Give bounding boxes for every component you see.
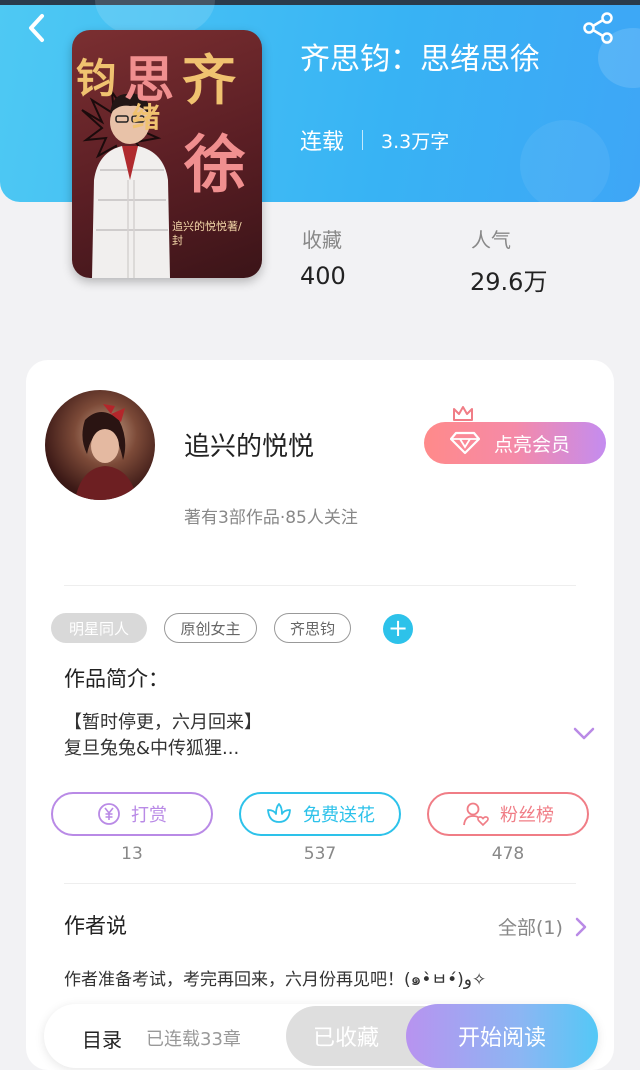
cover-title-char: 徐 xyxy=(184,128,247,201)
reward-label: 打赏 xyxy=(131,805,167,826)
cover-title-char: 钧 xyxy=(76,55,116,102)
cover-title-char: 绪 xyxy=(132,101,161,134)
book-meta: 连载 3.3万字 xyxy=(300,124,449,156)
popularity-value: 29.6万 xyxy=(470,268,548,296)
tag-chip[interactable]: 明星同人 xyxy=(51,613,147,643)
reward-button[interactable]: 打赏 xyxy=(51,792,213,836)
book-title: 齐思钧：思绪思徐 xyxy=(300,42,540,77)
divider xyxy=(64,883,576,884)
author-name[interactable]: 追兴的悦悦 xyxy=(184,426,314,463)
flower-icon xyxy=(267,803,291,823)
favorites-label: 收藏 xyxy=(302,228,342,252)
tag-chip[interactable]: 原创女主 xyxy=(164,613,257,643)
share-button[interactable] xyxy=(578,8,618,48)
yen-coin-icon xyxy=(98,803,120,825)
vip-button[interactable]: 点亮会员 xyxy=(424,422,606,464)
cover-title-char: 齐 xyxy=(182,48,236,112)
see-all-button[interactable]: 全部(1) xyxy=(498,913,591,940)
avatar-portrait xyxy=(75,404,137,500)
send-flower-label: 免费送花 xyxy=(303,805,375,826)
book-cover[interactable]: 齐 思 钧 绪 徐 追兴的悦悦著/封 xyxy=(72,30,262,278)
start-reading-label: 开始阅读 xyxy=(457,1026,546,1051)
vip-button-label: 点亮会员 xyxy=(494,433,571,456)
chapter-count: 已连载33章 xyxy=(146,1029,241,1050)
divider xyxy=(64,585,576,586)
fan-ranking-button[interactable]: 粉丝榜 xyxy=(427,792,589,836)
author-avatar[interactable] xyxy=(45,390,155,500)
flower-count: 537 xyxy=(303,844,337,864)
popularity-label: 人气 xyxy=(471,228,511,252)
crown-icon xyxy=(453,406,473,421)
tag-chip[interactable]: 齐思钧 xyxy=(274,613,351,643)
toc-button[interactable]: 目录 xyxy=(82,1024,122,1053)
back-button[interactable] xyxy=(20,10,56,46)
fan-user-icon xyxy=(463,802,489,827)
author-info: 著有3部作品·85人关注 xyxy=(184,508,358,528)
chevron-left-icon xyxy=(29,14,44,42)
chevron-right-icon xyxy=(575,917,587,936)
share-icon xyxy=(583,12,613,44)
serial-status: 连载 xyxy=(300,130,345,155)
diamond-icon xyxy=(450,431,480,455)
add-tag-button[interactable]: + xyxy=(383,614,413,644)
cover-author-text: 追兴的悦悦著/封 xyxy=(172,220,242,248)
favorites-value: 400 xyxy=(300,262,346,290)
word-count: 3.3万字 xyxy=(381,130,450,153)
fan-count: 478 xyxy=(491,844,525,864)
author-note: 作者准备考试，考完再回来，六月份再见吧！(๑•̀ㅂ•́)و✧ xyxy=(64,970,487,990)
meta-divider xyxy=(362,130,364,150)
intro-heading: 作品简介： xyxy=(64,667,169,691)
author-says-heading: 作者说 xyxy=(64,914,127,938)
intro-line: 复旦兔兔&中传狐狸... xyxy=(64,738,240,759)
fan-ranking-label: 粉丝榜 xyxy=(500,805,554,826)
decor-bubble xyxy=(520,120,610,202)
reward-count: 13 xyxy=(121,844,143,864)
collected-label: 已收藏 xyxy=(312,1026,379,1051)
send-flower-button[interactable]: 免费送花 xyxy=(239,792,401,836)
intro-line: 【暂时停更，六月回来】 xyxy=(64,712,262,733)
expand-chevron-icon[interactable] xyxy=(572,724,596,744)
see-all-label: 全部(1) xyxy=(498,917,563,939)
start-reading-button[interactable]: 开始阅读 xyxy=(406,1004,598,1068)
